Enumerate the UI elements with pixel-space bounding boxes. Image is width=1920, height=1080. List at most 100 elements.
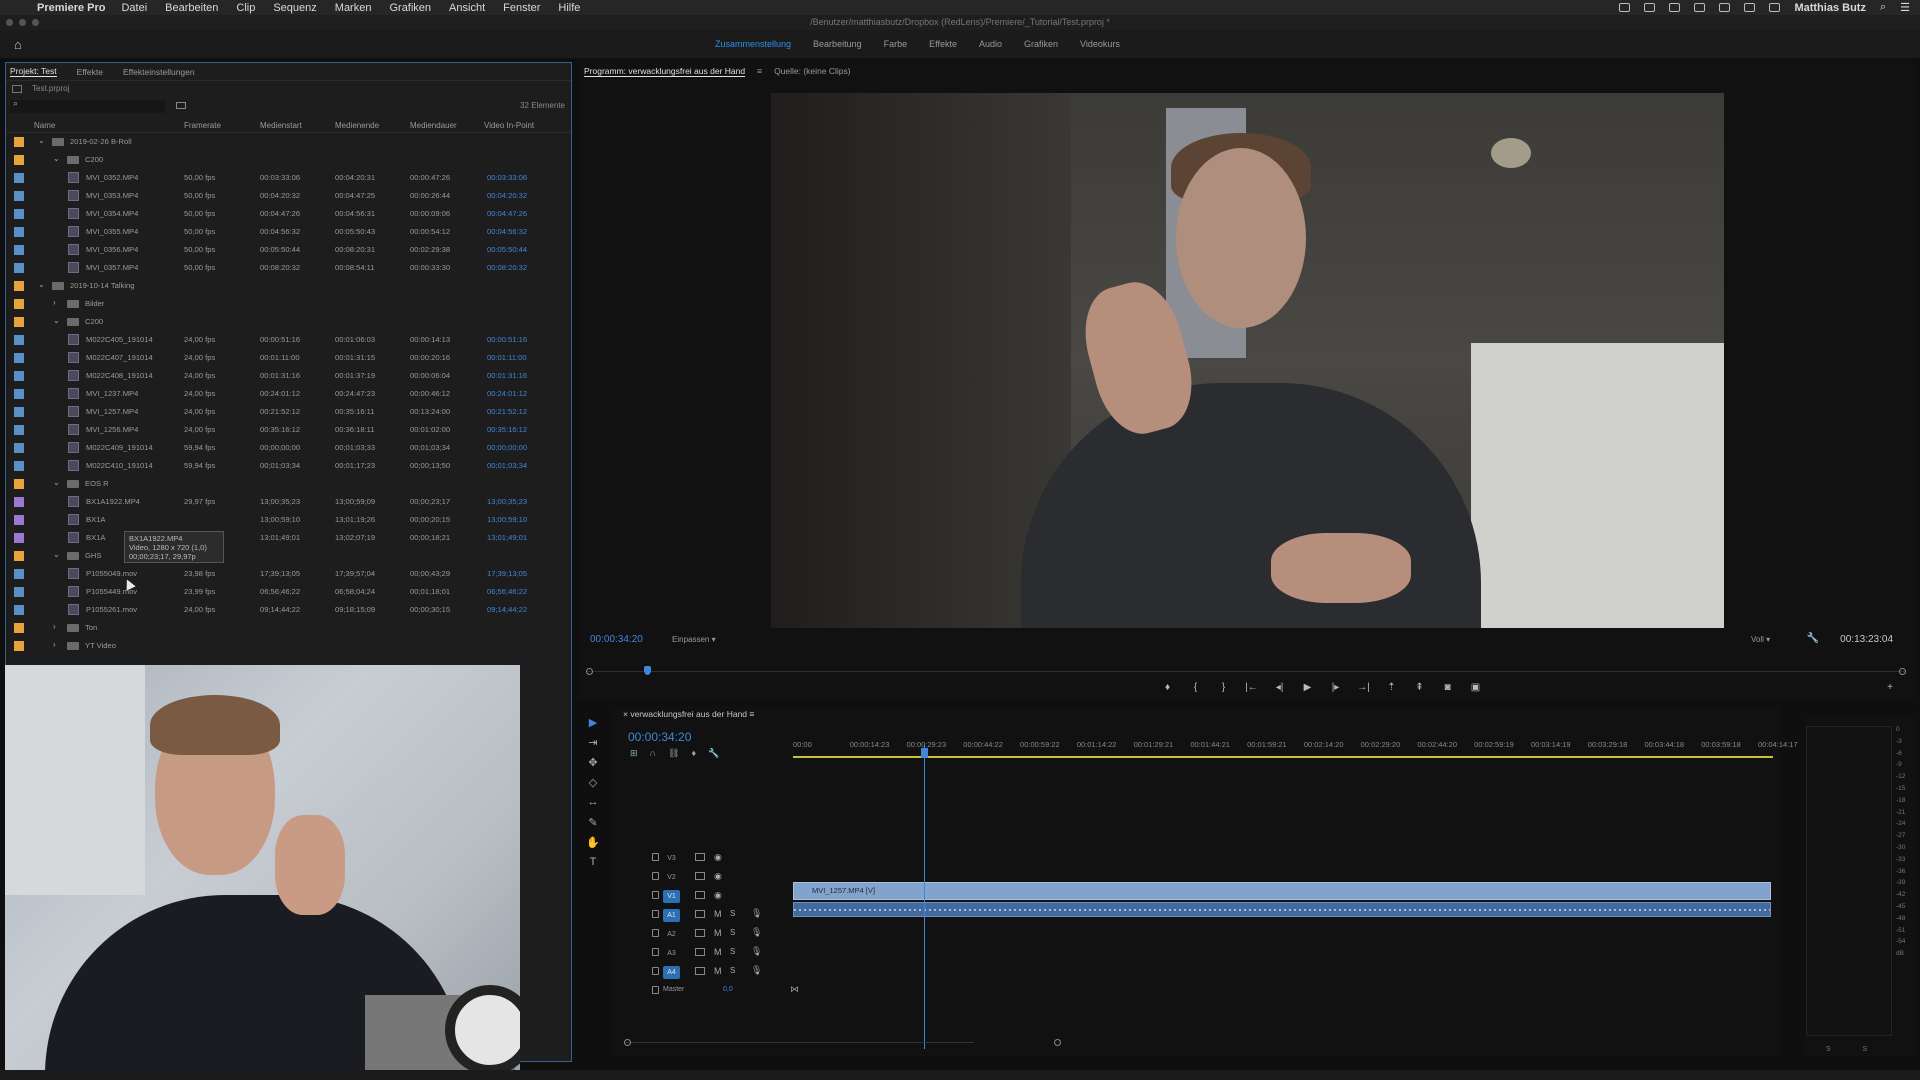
chevron-right-icon[interactable]: › [53, 298, 56, 307]
column-video-in-point[interactable]: Video In-Point [484, 121, 534, 130]
time-machine-icon[interactable] [1719, 3, 1731, 12]
play-icon[interactable]: ▶ [1301, 682, 1315, 700]
chevron-down-icon[interactable]: ⌄ [53, 154, 60, 163]
razor-icon[interactable]: ◇ [589, 776, 597, 790]
label-color-swatch[interactable] [14, 641, 24, 651]
user-name[interactable]: Matthias Butz [1794, 2, 1866, 14]
close-window-icon[interactable] [6, 19, 13, 26]
toggle-output-icon[interactable] [695, 872, 705, 880]
label-color-swatch[interactable] [14, 425, 24, 435]
lock-icon[interactable] [652, 910, 659, 918]
column-media-end[interactable]: Medienende [335, 121, 379, 130]
slip-icon[interactable]: ↔ [588, 796, 599, 810]
menu-datei[interactable]: Datei [112, 2, 156, 14]
scroll-start-handle[interactable] [624, 1039, 631, 1046]
track-target[interactable]: A2 [663, 928, 680, 941]
lock-icon[interactable] [652, 929, 659, 937]
scroll-start-handle[interactable] [586, 668, 593, 675]
bin-row[interactable]: › Ton [6, 619, 571, 637]
video-clip[interactable]: MVI_1257.MP4 [V] [793, 882, 1771, 900]
microphone-icon[interactable]: 🎙 [751, 965, 762, 976]
monitor-playhead[interactable] [644, 666, 651, 675]
toggle-output-icon[interactable] [695, 853, 705, 861]
clip-row[interactable]: BX1A1922.MP4 29,97 fps 13;00;35;23 13;00;59… [6, 493, 571, 511]
wrench-icon[interactable]: 🔧 [1807, 633, 1819, 644]
notification-icon[interactable]: ☰ [1900, 1, 1910, 14]
compare-icon[interactable]: ▣ [1469, 682, 1483, 700]
workspace-tab[interactable]: Audio [979, 39, 1002, 49]
lift-icon[interactable]: ⇡ [1385, 682, 1399, 700]
workspace-tab[interactable]: Bearbeitung [813, 39, 862, 49]
sync-lock-icon[interactable] [695, 948, 705, 956]
chevron-down-icon[interactable]: ⌄ [53, 550, 60, 559]
label-color-swatch[interactable] [14, 173, 24, 183]
label-color-swatch[interactable] [14, 317, 24, 327]
hand-icon[interactable]: ✋ [586, 836, 600, 850]
go-to-out-icon[interactable]: →| [1357, 682, 1371, 700]
chevron-right-icon[interactable]: › [53, 622, 56, 631]
lock-icon[interactable] [652, 853, 659, 861]
bin-row[interactable]: › YT Video [6, 637, 571, 655]
tab-project[interactable]: Projekt: Test [10, 66, 57, 77]
clip-row[interactable]: MVI_1257.MP4 24,00 fps 00:21:52:12 00:35:16… [6, 403, 571, 421]
workspace-tab[interactable]: Grafiken [1024, 39, 1058, 49]
column-name[interactable]: Name [34, 121, 55, 130]
mark-out-icon[interactable]: } [1217, 682, 1231, 700]
label-color-swatch[interactable] [14, 569, 24, 579]
bin-row[interactable]: ⌄ 2019-02-26 B-Roll [6, 133, 571, 151]
add-marker-icon[interactable]: ♦ [691, 748, 696, 759]
eye-icon[interactable]: ◉ [714, 852, 722, 863]
workspace-tab[interactable]: Effekte [929, 39, 957, 49]
lock-icon[interactable] [652, 948, 659, 956]
label-color-swatch[interactable] [14, 227, 24, 237]
type-icon[interactable]: T [590, 856, 597, 870]
label-color-swatch[interactable] [14, 461, 24, 471]
menu-grafiken[interactable]: Grafiken [380, 2, 440, 14]
track-target[interactable]: A4 [663, 966, 680, 979]
cloud-icon[interactable] [1644, 3, 1656, 12]
clip-row[interactable]: P1055261.mov 24,00 fps 09;14;44;22 09;18;15… [6, 601, 571, 619]
clip-row[interactable]: P1055449.mov 23,99 fps 06;56;46;22 06;58;04… [6, 583, 571, 601]
track-select-icon[interactable]: ⇥ [588, 736, 597, 750]
work-area-bar[interactable] [793, 756, 1773, 758]
bin-row[interactable]: ⌄ C200 [6, 151, 571, 169]
camera-icon[interactable]: ◙ [1441, 682, 1455, 700]
timeline-timecode[interactable]: 00:00:34:20 [628, 730, 691, 744]
creative-cloud-icon[interactable] [1694, 3, 1706, 12]
clip-row[interactable]: M022C408_191014 24,00 fps 00:01:31:16 00:01… [6, 367, 571, 385]
workspace-tab[interactable]: Farbe [884, 39, 908, 49]
mute-button[interactable]: M [714, 947, 722, 957]
label-color-swatch[interactable] [14, 443, 24, 453]
label-color-swatch[interactable] [14, 587, 24, 597]
sync-lock-icon[interactable] [695, 967, 705, 975]
bin-row[interactable]: ⌄ EOS R [6, 475, 571, 493]
label-color-swatch[interactable] [14, 623, 24, 633]
lock-icon[interactable] [652, 986, 659, 994]
label-color-swatch[interactable] [14, 479, 24, 489]
workspace-tab[interactable]: Videokurs [1080, 39, 1120, 49]
eye-icon[interactable]: ◉ [714, 890, 722, 901]
clip-row[interactable]: P1055049.mov 23,98 fps 17;39;13;05 17;39;57… [6, 565, 571, 583]
monitor-scrubber[interactable] [586, 666, 1906, 675]
label-color-swatch[interactable] [14, 515, 24, 525]
time-ruler[interactable]: 00:00 00:00:14:23 00:00:29:23 00:00:44:22 00… [793, 740, 1798, 754]
chevron-down-icon[interactable]: ⌄ [53, 316, 60, 325]
program-timecode[interactable]: 00:00:34:20 [590, 634, 643, 645]
new-bin-icon[interactable] [176, 102, 186, 109]
clip-row[interactable]: MVI_0352.MP4 50,00 fps 00:03:33:06 00:04:20… [6, 169, 571, 187]
column-framerate[interactable]: Framerate [184, 121, 221, 130]
label-color-swatch[interactable] [14, 281, 24, 291]
clip-row[interactable]: MVI_1237.MP4 24,00 fps 00:24:01:12 00:24:47… [6, 385, 571, 403]
label-color-swatch[interactable] [14, 551, 24, 561]
toggle-output-icon[interactable] [695, 891, 705, 899]
panel-menu-icon[interactable]: ≡ [757, 66, 762, 76]
label-color-swatch[interactable] [14, 371, 24, 381]
clip-row[interactable]: M022C409_191014 59,94 fps 00;00;00;00 00;01… [6, 439, 571, 457]
nest-icon[interactable]: ⊞ [630, 748, 638, 759]
clip-row[interactable]: MVI_1256.MP4 24,00 fps 00:35:16:12 00:36:18… [6, 421, 571, 439]
bin-row[interactable]: ⌄ 2019-10-14 Talking [6, 277, 571, 295]
menu-marken[interactable]: Marken [326, 2, 381, 14]
label-color-swatch[interactable] [14, 191, 24, 201]
eye-icon[interactable]: ◉ [714, 871, 722, 882]
clip-row[interactable]: MVI_0357.MP4 50,00 fps 00:08:20:32 00:08:54… [6, 259, 571, 277]
